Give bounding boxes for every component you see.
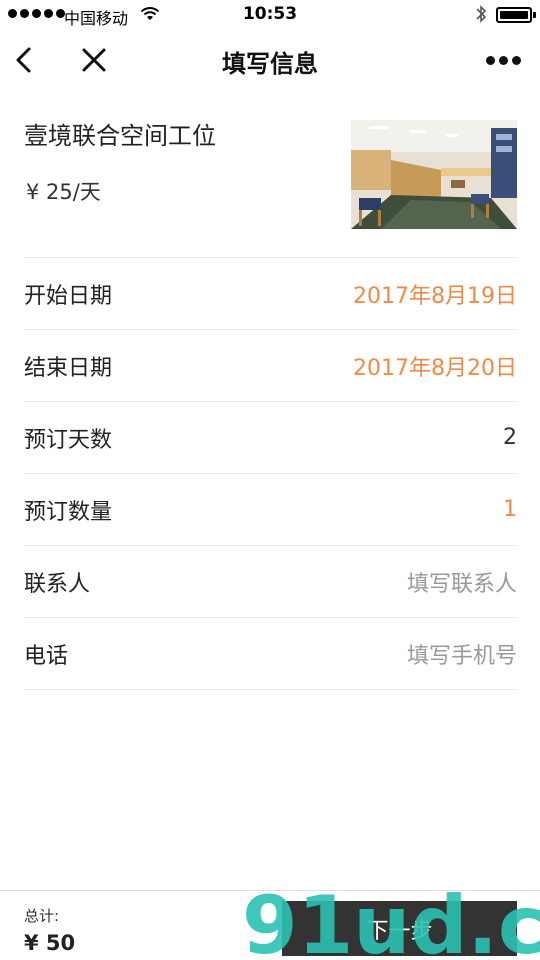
start-date-value[interactable]: 2017年8月19日 bbox=[353, 278, 517, 310]
nav-bar: 填写信息 bbox=[0, 30, 540, 92]
contact-label: 联系人 bbox=[24, 571, 91, 597]
booking-quantity-value[interactable]: 1 bbox=[503, 497, 517, 522]
phone-field[interactable]: 填写手机号 bbox=[407, 638, 517, 670]
battery-tip bbox=[533, 12, 536, 18]
product-name: 壹境联合空间工位 bbox=[24, 122, 216, 150]
end-date-label: 结束日期 bbox=[24, 355, 113, 381]
booking-days-row: 预订天数 2 bbox=[24, 402, 517, 474]
contact-field[interactable]: 填写联系人 bbox=[407, 566, 517, 598]
product-image bbox=[351, 120, 517, 229]
page-title: 填写信息 bbox=[222, 50, 318, 78]
bluetooth-icon bbox=[476, 5, 487, 23]
start-date-row[interactable]: 开始日期 2017年8月19日 bbox=[24, 258, 517, 330]
checkout-bar: 总计: ¥ 50 下一步 91ud.com bbox=[0, 890, 540, 960]
start-date-label: 开始日期 bbox=[24, 283, 113, 309]
status-time: 10:53 bbox=[242, 4, 298, 24]
end-date-row[interactable]: 结束日期 2017年8月20日 bbox=[24, 330, 517, 402]
booking-days-value: 2 bbox=[503, 425, 517, 450]
battery-icon bbox=[496, 7, 532, 23]
product-price: ¥ 25/天 bbox=[26, 180, 101, 204]
booking-days-label: 预订天数 bbox=[24, 427, 113, 453]
booking-quantity-row[interactable]: 预订数量 1 bbox=[24, 474, 517, 546]
total-price: ¥ 50 bbox=[24, 931, 76, 955]
next-step-button[interactable]: 下一步 bbox=[282, 901, 517, 956]
end-date-value[interactable]: 2017年8月20日 bbox=[353, 350, 517, 382]
booking-quantity-label: 预订数量 bbox=[24, 499, 113, 525]
booking-form: 开始日期 2017年8月19日 结束日期 2017年8月20日 预订天数 2 预… bbox=[24, 258, 517, 690]
status-bar: 中国移动 10:53 bbox=[0, 0, 540, 30]
contact-row[interactable]: 联系人 填写联系人 bbox=[24, 546, 517, 618]
more-icon[interactable] bbox=[486, 56, 521, 65]
total-label: 总计: bbox=[24, 907, 60, 925]
product-summary: 壹境联合空间工位 ¥ 25/天 bbox=[24, 92, 517, 258]
phone-row[interactable]: 电话 填写手机号 bbox=[24, 618, 517, 690]
phone-label: 电话 bbox=[24, 643, 69, 669]
